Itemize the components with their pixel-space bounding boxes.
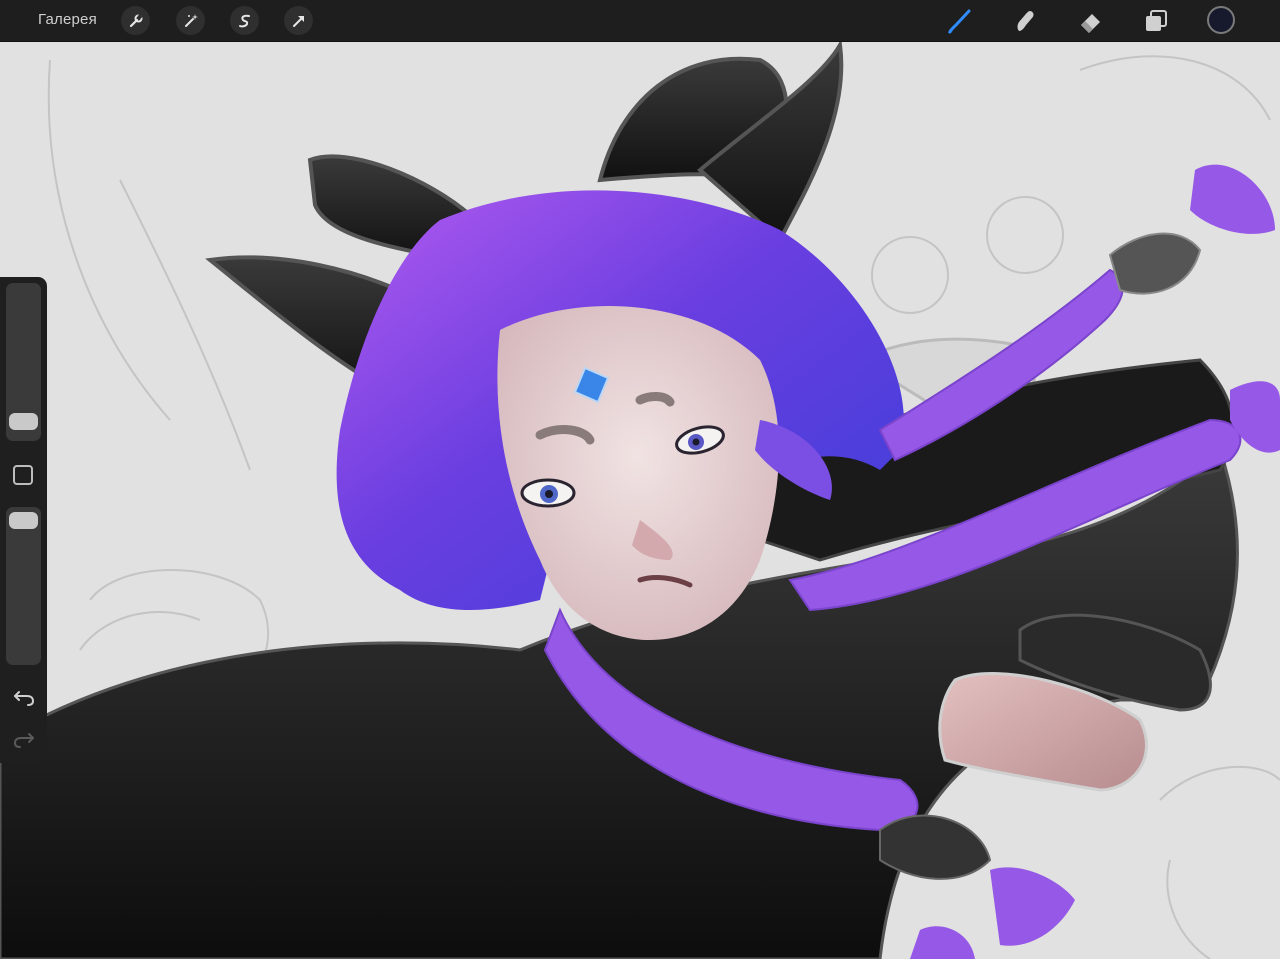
undo-button[interactable]	[11, 685, 37, 709]
magic-wand-icon	[184, 13, 198, 27]
undo-icon	[14, 691, 35, 706]
modify-button[interactable]	[13, 465, 33, 485]
left-sidebar	[0, 277, 47, 763]
adjustments-button[interactable]	[176, 6, 205, 35]
color-picker-button[interactable]	[1207, 6, 1235, 34]
brush-icon	[948, 9, 971, 34]
brush-size-knob[interactable]	[9, 413, 38, 430]
redo-icon	[13, 733, 34, 748]
opacity-slider[interactable]	[6, 507, 41, 665]
artwork-illustration	[0, 42, 1280, 959]
smudge-icon	[1017, 11, 1034, 31]
wrench-icon	[129, 13, 142, 27]
transform-button[interactable]	[284, 6, 313, 35]
eraser-tool-button[interactable]	[1076, 6, 1106, 36]
actions-button[interactable]	[121, 6, 150, 35]
gallery-button[interactable]: Галерея	[38, 11, 97, 28]
transform-arrow-icon	[292, 15, 304, 27]
opacity-knob[interactable]	[9, 512, 38, 529]
smudge-tool-button[interactable]	[1010, 6, 1040, 36]
top-toolbar: Галерея	[0, 0, 1280, 42]
redo-button[interactable]	[11, 727, 37, 751]
layers-icon	[1146, 10, 1167, 31]
eraser-icon	[1081, 14, 1100, 33]
selection-icon	[238, 14, 250, 27]
layers-button[interactable]	[1141, 6, 1171, 36]
brush-size-slider[interactable]	[6, 283, 41, 441]
selection-button[interactable]	[230, 6, 259, 35]
drawing-canvas[interactable]	[0, 42, 1280, 959]
brush-tool-button[interactable]	[944, 6, 974, 36]
